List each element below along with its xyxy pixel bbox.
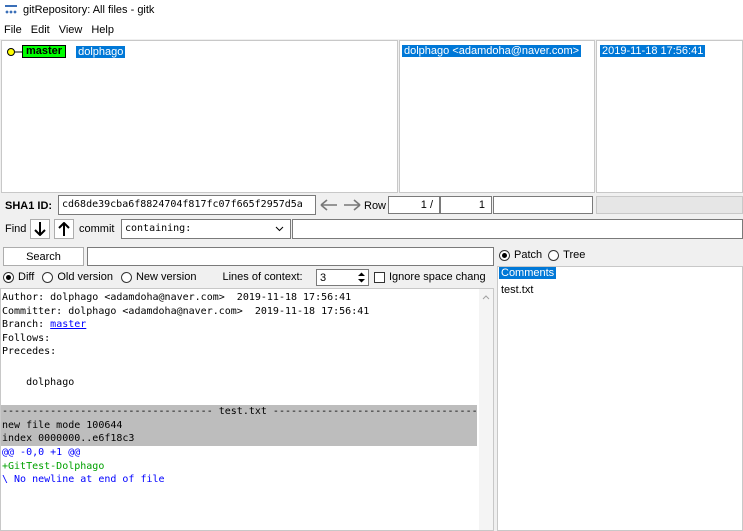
patch-label: Patch [514, 249, 543, 261]
diff-text: Author: dolphago <adamdoha@naver.com> 20… [1, 291, 484, 487]
find-next-button[interactable] [30, 219, 50, 239]
patch-radio[interactable] [499, 249, 510, 261]
view-toggle: Patch Tree [499, 249, 585, 261]
gitk-app-icon [5, 5, 17, 15]
new-file-mode-line: new file mode 100644 [2, 419, 123, 431]
author-line: Author: dolphago <adamdoha@naver.com> 20… [2, 292, 352, 303]
diff-scrollbar[interactable] [479, 289, 493, 530]
ignore-space-label: Ignore space chang [389, 271, 486, 283]
no-newline-line: \ No newline at end of file [2, 474, 165, 486]
file-header: ----------------------------------- test… [2, 406, 484, 418]
find-mode-select[interactable]: containing: [121, 219, 291, 239]
lines-of-context-value: 3 [320, 271, 327, 284]
follows-line: Follows: [2, 332, 51, 344]
committer-line: Committer: dolphago <adamdoha@naver.com>… [2, 305, 370, 317]
index-line: index 0000000..e6f18c3 [2, 433, 135, 445]
find-prev-button[interactable] [54, 219, 74, 239]
diff-options: Diff Old version New version Lines of co… [3, 271, 303, 283]
arrow-up-icon [58, 222, 70, 236]
window-title: gitRepository: All files - gitk [23, 4, 155, 16]
search-input[interactable] [87, 247, 494, 266]
sha1-field[interactable]: cd68de39cba6f8824704f817fc07f665f2957d5a [58, 195, 316, 215]
old-version-radio[interactable] [42, 271, 54, 283]
diff-label: Diff [18, 271, 35, 283]
arrow-down-icon [34, 222, 46, 236]
menu-help[interactable]: Help [91, 24, 114, 36]
ignore-space-option: Ignore space chang [374, 271, 494, 283]
status-field [596, 196, 743, 214]
find-mode-value: containing: [125, 223, 192, 234]
commit-node-icon [7, 47, 22, 56]
branch-link[interactable]: master [50, 319, 86, 330]
menu-bar: File Edit View Help [0, 20, 743, 39]
row-total: 1 [440, 196, 492, 214]
menu-file[interactable]: File [4, 24, 22, 36]
scroll-up-icon[interactable] [479, 291, 493, 303]
commit-date-pane[interactable]: 2019-11-18 17:56:41 [596, 40, 743, 193]
title-bar: gitRepository: All files - gitk [0, 0, 743, 20]
back-button[interactable] [318, 196, 340, 214]
commit-author-pane[interactable]: dolphago <adamdoha@naver.com> [399, 40, 595, 193]
chevron-down-icon [275, 226, 284, 232]
forward-button[interactable] [341, 196, 363, 214]
sha1-label: SHA1 ID: [5, 200, 53, 212]
commit-date[interactable]: 2019-11-18 17:56:41 [600, 45, 706, 57]
diff-pane[interactable]: Author: dolphago <adamdoha@naver.com> 20… [0, 288, 494, 531]
new-version-label: New version [135, 271, 197, 283]
branch-line: Branch: master [2, 318, 480, 332]
commit-message[interactable]: dolphago [76, 45, 126, 58]
commit-message-body: dolphago [2, 376, 75, 388]
arrow-left-icon [320, 199, 337, 211]
added-line: +GitTest-Dolphago [2, 460, 105, 472]
lines-of-context-spinbox[interactable]: 3 [316, 269, 369, 286]
branch-prefix: Branch: [2, 319, 51, 331]
row-current: 1 / [388, 196, 440, 214]
menu-view[interactable]: View [59, 24, 83, 36]
arrow-right-icon [344, 199, 361, 211]
comments-item[interactable]: Comments [499, 267, 557, 279]
file-list-pane[interactable]: Comments test.txt [497, 266, 743, 531]
tree-radio[interactable] [548, 249, 560, 261]
new-version-radio[interactable] [120, 271, 132, 283]
branch-tag-master[interactable]: master [22, 45, 67, 58]
search-button[interactable]: Search [3, 247, 84, 266]
lines-of-context-label: Lines of context: [222, 271, 303, 283]
file-item[interactable]: test.txt [501, 284, 533, 296]
old-version-label: Old version [57, 271, 113, 283]
precedes-line: Precedes: [2, 346, 57, 358]
menu-edit[interactable]: Edit [31, 24, 50, 36]
row-label: Row [364, 200, 387, 212]
commit-author[interactable]: dolphago <adamdoha@naver.com> [402, 45, 582, 57]
file-header-block: ----------------------------------- test… [1, 405, 484, 446]
commit-row[interactable]: master dolphago [6, 45, 126, 58]
ignore-space-checkbox[interactable] [374, 271, 385, 283]
tree-label: Tree [563, 249, 586, 261]
spin-arrows-icon[interactable] [357, 271, 366, 284]
diff-radio[interactable] [3, 271, 14, 283]
progress-bar [493, 196, 593, 214]
find-commit-label: commit [79, 223, 115, 235]
hunk-header: @@ -0,0 +1 @@ [2, 446, 81, 458]
find-label: Find [5, 223, 27, 235]
comments-label: Comments [499, 267, 557, 279]
find-input[interactable] [292, 219, 743, 239]
commit-graph-pane[interactable]: master dolphago [1, 40, 398, 193]
